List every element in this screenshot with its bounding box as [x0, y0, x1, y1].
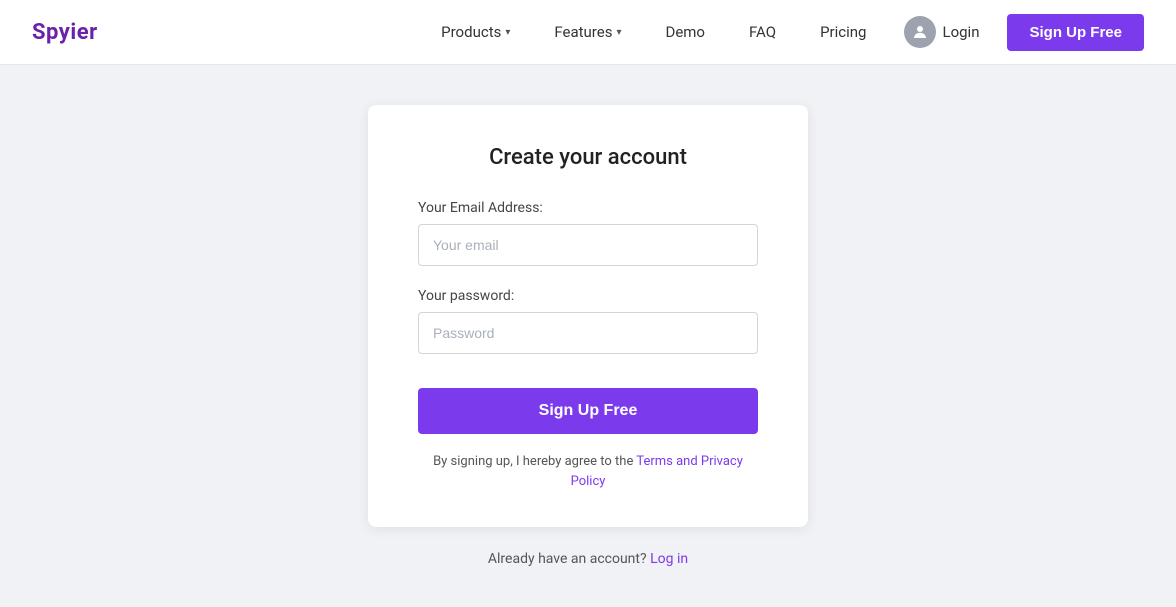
main-content: Create your account Your Email Address: …: [0, 65, 1176, 607]
nav-products[interactable]: Products ▾: [423, 15, 528, 49]
password-group: Your password:: [418, 288, 758, 354]
products-label: Products: [441, 23, 501, 41]
card-title: Create your account: [418, 145, 758, 170]
nav-demo[interactable]: Demo: [647, 15, 723, 49]
email-input[interactable]: [418, 224, 758, 266]
signup-submit-button[interactable]: Sign Up Free: [418, 388, 758, 434]
nav-features[interactable]: Features ▾: [536, 15, 639, 49]
email-label: Your Email Address:: [418, 200, 758, 216]
login-area[interactable]: Login: [892, 8, 991, 56]
user-avatar-icon: [904, 16, 936, 48]
already-account-text: Already have an account? Log in: [488, 551, 688, 567]
header-signup-button[interactable]: Sign Up Free: [1007, 14, 1144, 51]
nav-faq[interactable]: FAQ: [731, 15, 794, 49]
nav-pricing[interactable]: Pricing: [802, 15, 884, 49]
products-chevron-icon: ▾: [505, 27, 510, 38]
site-logo[interactable]: Spyier: [32, 20, 98, 45]
features-label: Features: [554, 23, 612, 41]
signup-card: Create your account Your Email Address: …: [368, 105, 808, 527]
terms-prefix: By signing up, I hereby agree to the: [433, 454, 636, 469]
password-input[interactable]: [418, 312, 758, 354]
terms-text: By signing up, I hereby agree to the Ter…: [418, 452, 758, 491]
password-label: Your password:: [418, 288, 758, 304]
login-link[interactable]: Log in: [650, 551, 688, 567]
email-group: Your Email Address:: [418, 200, 758, 266]
login-label: Login: [942, 23, 979, 41]
already-text: Already have an account?: [488, 551, 647, 567]
site-header: Spyier Products ▾ Features ▾ Demo FAQ Pr…: [0, 0, 1176, 65]
main-nav: Products ▾ Features ▾ Demo FAQ Pricing L…: [423, 8, 1144, 56]
features-chevron-icon: ▾: [616, 27, 621, 38]
signup-form: Your Email Address: Your password: Sign …: [418, 200, 758, 452]
